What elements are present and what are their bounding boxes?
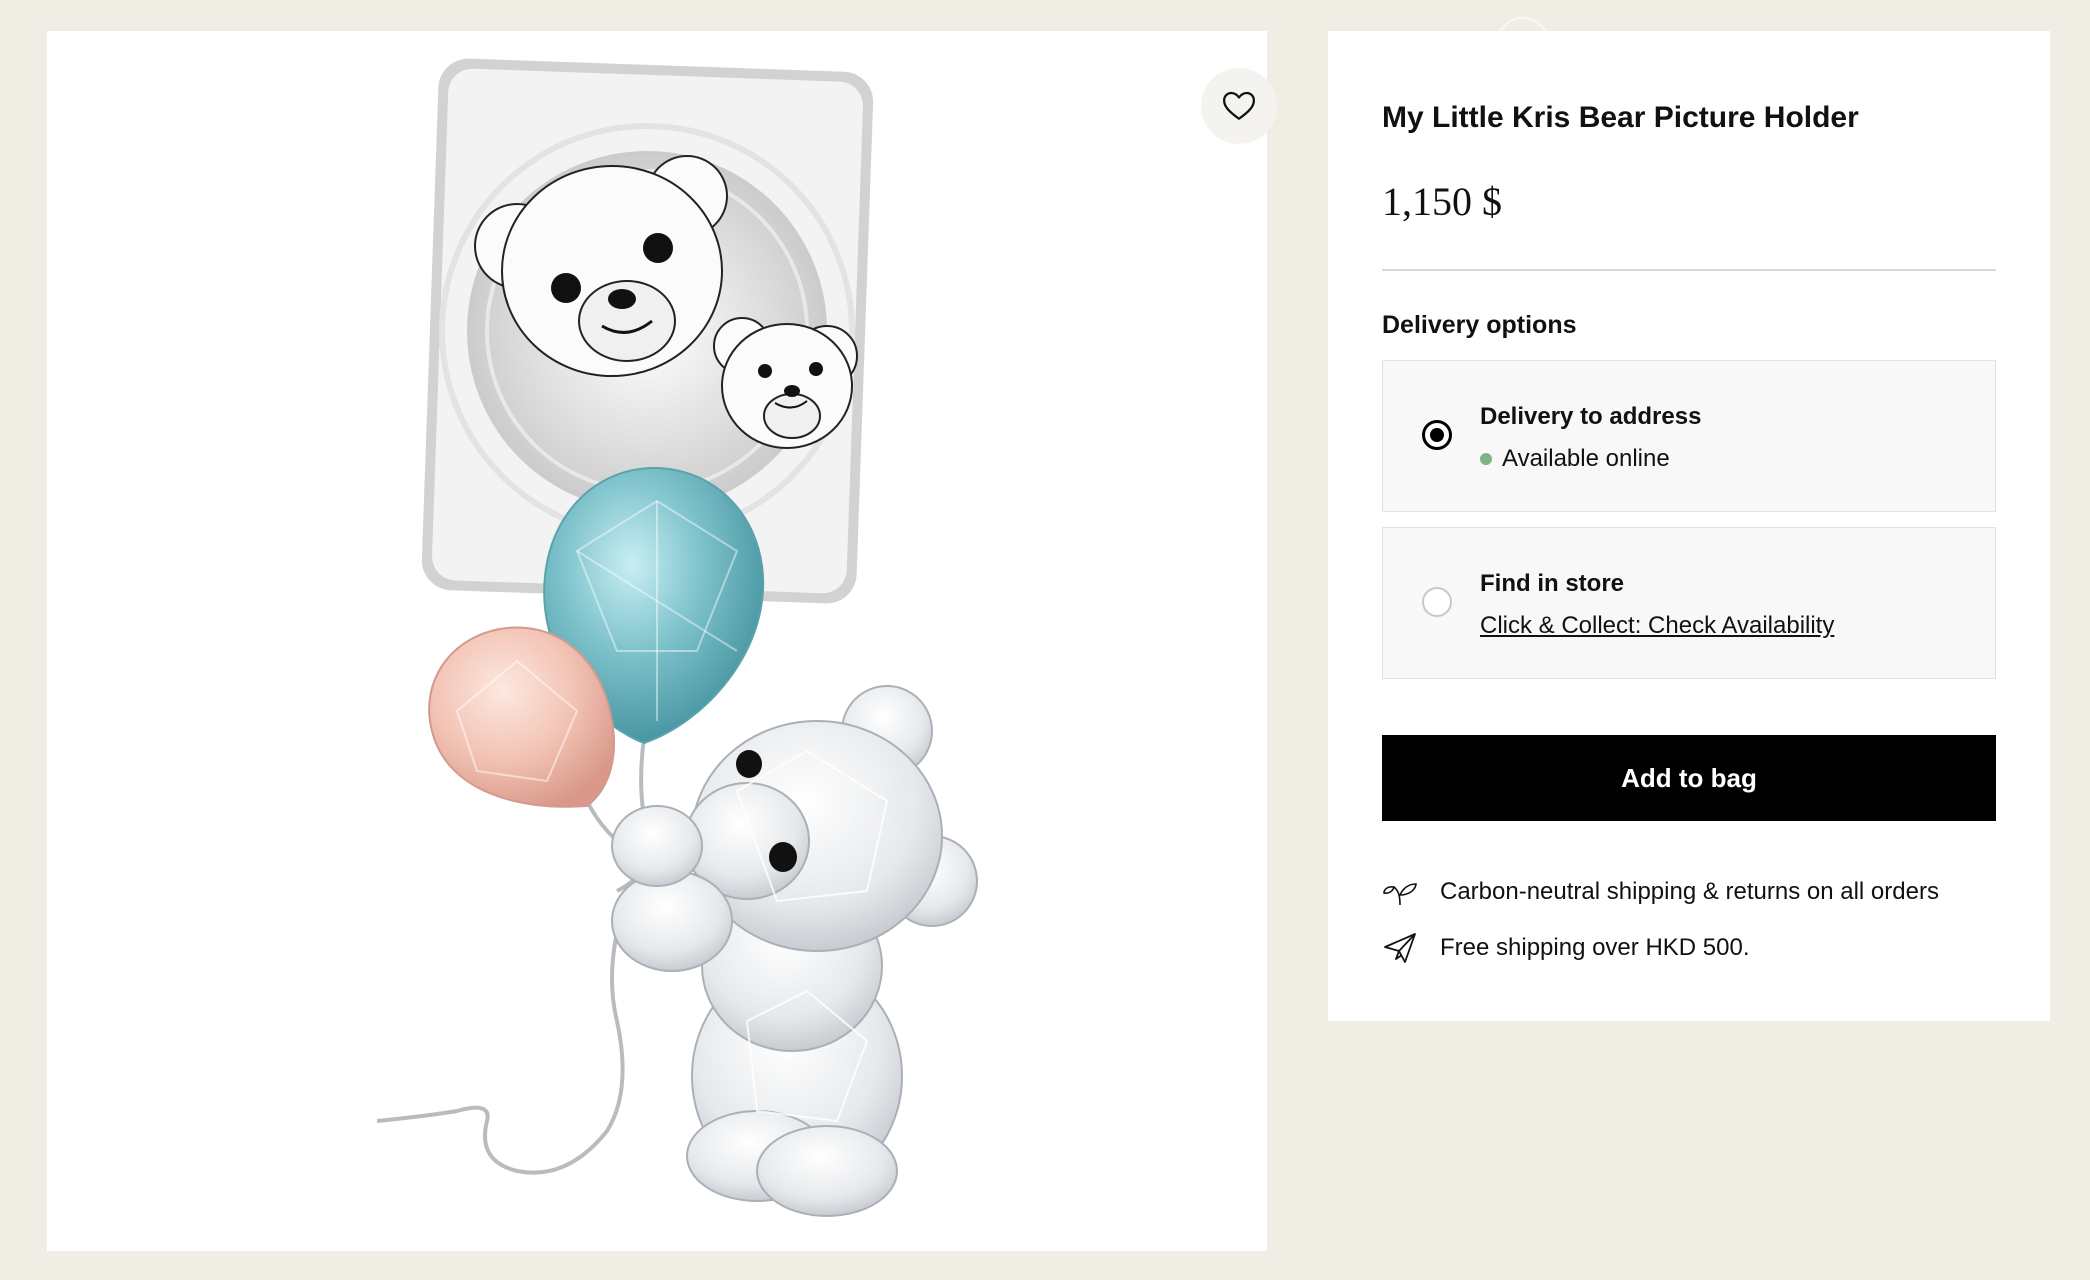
- carbon-neutral-text: Carbon-neutral shipping & returns on all…: [1440, 878, 1939, 905]
- status-dot-icon: [1480, 453, 1492, 465]
- paper-plane-icon: [1382, 930, 1418, 966]
- divider: [1382, 269, 1996, 271]
- product-image[interactable]: [47, 31, 1267, 1251]
- delivery-option-title: Delivery to address: [1480, 403, 1702, 430]
- wishlist-button[interactable]: [1201, 68, 1277, 144]
- heart-icon: [1222, 91, 1256, 120]
- delivery-options-heading: Delivery options: [1382, 311, 1577, 339]
- add-to-bag-button[interactable]: Add to bag: [1382, 735, 1996, 821]
- balloon-strings: [376, 737, 651, 1175]
- find-in-store-radio[interactable]: [1422, 587, 1452, 617]
- delivery-address-radio[interactable]: [1422, 420, 1452, 450]
- free-shipping-text: Free shipping over HKD 500.: [1440, 934, 1750, 961]
- click-collect-row: Click & Collect: Check Availability: [1480, 612, 1834, 640]
- availability-status: Available online: [1480, 445, 1670, 473]
- product-title: My Little Kris Bear Picture Holder: [1382, 101, 1859, 134]
- delivery-option-address[interactable]: Delivery to address Available online: [1382, 360, 1996, 512]
- free-shipping-info: Free shipping over HKD 500.: [1382, 930, 1750, 966]
- availability-text: Available online: [1502, 445, 1670, 472]
- carbon-neutral-info: Carbon-neutral shipping & returns on all…: [1382, 874, 1939, 910]
- product-gallery: [47, 31, 1277, 1251]
- product-price: 1,150 $: [1382, 179, 1502, 224]
- delivery-option-title: Find in store: [1480, 570, 1624, 597]
- product-detail-panel: My Little Kris Bear Picture Holder 1,150…: [1328, 17, 2050, 1021]
- delivery-option-store[interactable]: Find in store Click & Collect: Check Ava…: [1382, 527, 1996, 679]
- leaf-icon: [1382, 874, 1418, 910]
- click-collect-link[interactable]: Click & Collect: Check Availability: [1480, 612, 1834, 640]
- crystal-bear: [611, 685, 978, 1217]
- decorative-ring: [1496, 17, 1550, 71]
